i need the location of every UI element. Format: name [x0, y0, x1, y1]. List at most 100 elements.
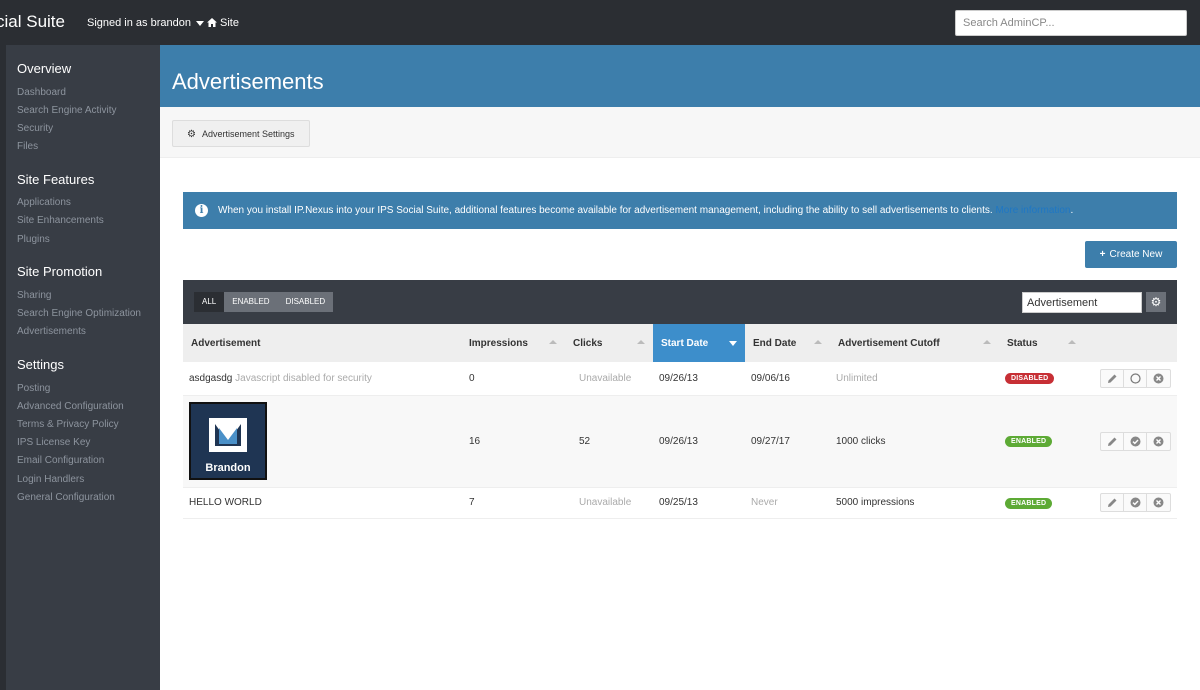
- sidebar-item-general-configuration[interactable]: General Configuration: [17, 492, 115, 503]
- status-cell: ENABLED: [999, 487, 1084, 519]
- delete-icon[interactable]: [1147, 494, 1170, 511]
- user-menu[interactable]: Signed in as brandon: [87, 17, 204, 29]
- col-cutoff[interactable]: Advertisement Cutoff: [830, 324, 999, 362]
- admincp-search-input[interactable]: [955, 10, 1187, 36]
- filter-all[interactable]: ALL: [194, 292, 225, 312]
- filter-group: ALL ENABLED DISABLED: [194, 292, 334, 312]
- sidebar-item-posting[interactable]: Posting: [17, 383, 50, 394]
- plus-icon: +: [1099, 249, 1106, 260]
- col-cutoff-label: Advertisement Cutoff: [838, 337, 940, 349]
- sidebar-item-sharing[interactable]: Sharing: [17, 290, 51, 301]
- sidebar-item-files[interactable]: Files: [17, 141, 38, 152]
- col-status-label: Status: [1007, 337, 1038, 349]
- col-actions: [1084, 324, 1177, 362]
- col-impressions[interactable]: Impressions: [461, 324, 565, 362]
- filter-bar: ALL ENABLED DISABLED ⚙: [183, 280, 1177, 324]
- delete-icon[interactable]: [1147, 370, 1170, 387]
- table-row: asdgasdg Javascript disabled for securit…: [183, 362, 1177, 396]
- col-advertisement[interactable]: Advertisement: [183, 324, 461, 362]
- create-new-button[interactable]: + Create New: [1085, 241, 1177, 268]
- ad-image-caption: Brandon: [205, 462, 251, 474]
- filter-enabled[interactable]: ENABLED: [224, 292, 278, 312]
- impressions-cell: 16: [461, 395, 565, 488]
- status-badge: ENABLED: [1005, 497, 1053, 509]
- col-status[interactable]: Status: [999, 324, 1084, 362]
- actions-cell: [1084, 395, 1177, 488]
- delete-icon[interactable]: [1147, 433, 1170, 450]
- main-content: Advertisements ⚙ Advertisement Settings i…: [160, 45, 1200, 690]
- clicks-cell: 52: [565, 395, 653, 488]
- action-strip: ⚙ Advertisement Settings: [160, 107, 1200, 158]
- col-impressions-label: Impressions: [469, 337, 528, 349]
- disable-check-icon[interactable]: [1124, 432, 1147, 450]
- sidebar-section-site-features[interactable]: Site Features: [17, 172, 94, 187]
- row-actions: [1100, 368, 1171, 388]
- sidebar-item-plugins[interactable]: Plugins: [17, 234, 50, 245]
- advertisement-settings-label: Advertisement Settings: [201, 129, 295, 139]
- site-link-label: Site: [220, 17, 239, 29]
- actions-cell: [1084, 487, 1177, 519]
- ad-cell: Brandon: [183, 395, 461, 488]
- col-end-date-label: End Date: [753, 337, 797, 349]
- start-date-cell: 09/25/13: [653, 487, 745, 519]
- row-actions: [1100, 493, 1171, 512]
- edit-pencil-icon[interactable]: [1101, 432, 1124, 450]
- sidebar-item-applications[interactable]: Applications: [17, 197, 71, 208]
- impressions-cell: 0: [461, 362, 565, 396]
- create-new-label: Create New: [1109, 249, 1163, 260]
- edit-pencil-icon[interactable]: [1101, 369, 1124, 387]
- sidebar-item-search-engine-activity[interactable]: Search Engine Activity: [17, 105, 117, 116]
- cutoff-cell: Unlimited: [830, 362, 999, 396]
- sidebar-section-site-promotion[interactable]: Site Promotion: [17, 264, 102, 279]
- clicks-cell: Unavailable: [565, 362, 653, 396]
- sidebar-section-overview[interactable]: Overview: [17, 61, 71, 76]
- status-cell: ENABLED: [999, 395, 1084, 488]
- edit-pencil-icon[interactable]: [1101, 494, 1124, 511]
- col-clicks[interactable]: Clicks: [565, 324, 653, 362]
- sort-down-icon: [729, 341, 737, 346]
- sort-up-icon: [814, 340, 822, 344]
- sidebar-item-security[interactable]: Security: [17, 123, 53, 134]
- ad-note: Javascript disabled for security: [235, 372, 372, 384]
- page-header: Advertisements: [160, 45, 1200, 107]
- end-date-cell: 09/27/17: [745, 395, 830, 488]
- filter-disabled[interactable]: DISABLED: [277, 292, 334, 312]
- sidebar-item-site-enhancements[interactable]: Site Enhancements: [17, 215, 104, 226]
- sidebar-item-seo[interactable]: Search Engine Optimization: [17, 308, 141, 319]
- advertisement-search-input[interactable]: [1022, 292, 1142, 313]
- sort-up-icon: [983, 340, 991, 344]
- col-start-date[interactable]: Start Date: [653, 324, 745, 362]
- disable-check-icon[interactable]: [1124, 494, 1147, 511]
- sidebar-item-dashboard[interactable]: Dashboard: [17, 87, 66, 98]
- status-cell: DISABLED: [999, 362, 1084, 396]
- top-bar: cial Suite Signed in as brandon Site: [0, 0, 1200, 45]
- actions-cell: [1084, 362, 1177, 396]
- table-row: HELLO WORLD 7 Unavailable 09/25/13 Never…: [183, 487, 1177, 519]
- sidebar-section-settings[interactable]: Settings: [17, 357, 64, 372]
- filter-settings-gear-icon[interactable]: ⚙: [1146, 292, 1166, 312]
- ad-cell: asdgasdg Javascript disabled for securit…: [183, 362, 461, 396]
- sidebar-item-email-configuration[interactable]: Email Configuration: [17, 455, 104, 466]
- more-information-link[interactable]: More information: [995, 205, 1070, 216]
- brand-title[interactable]: cial Suite: [0, 12, 65, 32]
- cutoff-cell: 5000 impressions: [830, 487, 999, 519]
- page-title: Advertisements: [172, 69, 324, 94]
- sidebar-item-advanced-configuration[interactable]: Advanced Configuration: [17, 401, 124, 412]
- enable-circle-icon[interactable]: [1124, 369, 1147, 387]
- advertisement-settings-button[interactable]: ⚙ Advertisement Settings: [172, 120, 310, 147]
- sidebar-item-terms-privacy[interactable]: Terms & Privacy Policy: [17, 419, 119, 430]
- sidebar-item-advertisements[interactable]: Advertisements: [17, 326, 86, 337]
- sort-up-icon: [549, 340, 557, 344]
- sidebar-item-login-handlers[interactable]: Login Handlers: [17, 474, 84, 485]
- sort-up-icon: [637, 340, 645, 344]
- sidebar-item-license-key[interactable]: IPS License Key: [17, 437, 90, 448]
- gear-icon: ⚙: [187, 129, 196, 140]
- info-icon: i: [195, 204, 208, 217]
- status-badge: ENABLED: [1005, 436, 1053, 447]
- col-end-date[interactable]: End Date: [745, 324, 830, 362]
- caret-down-icon: [195, 20, 204, 26]
- sort-up-icon: [1068, 340, 1076, 344]
- start-date-cell: 09/26/13: [653, 362, 745, 396]
- row-actions: [1100, 431, 1171, 451]
- site-link[interactable]: Site: [207, 17, 239, 30]
